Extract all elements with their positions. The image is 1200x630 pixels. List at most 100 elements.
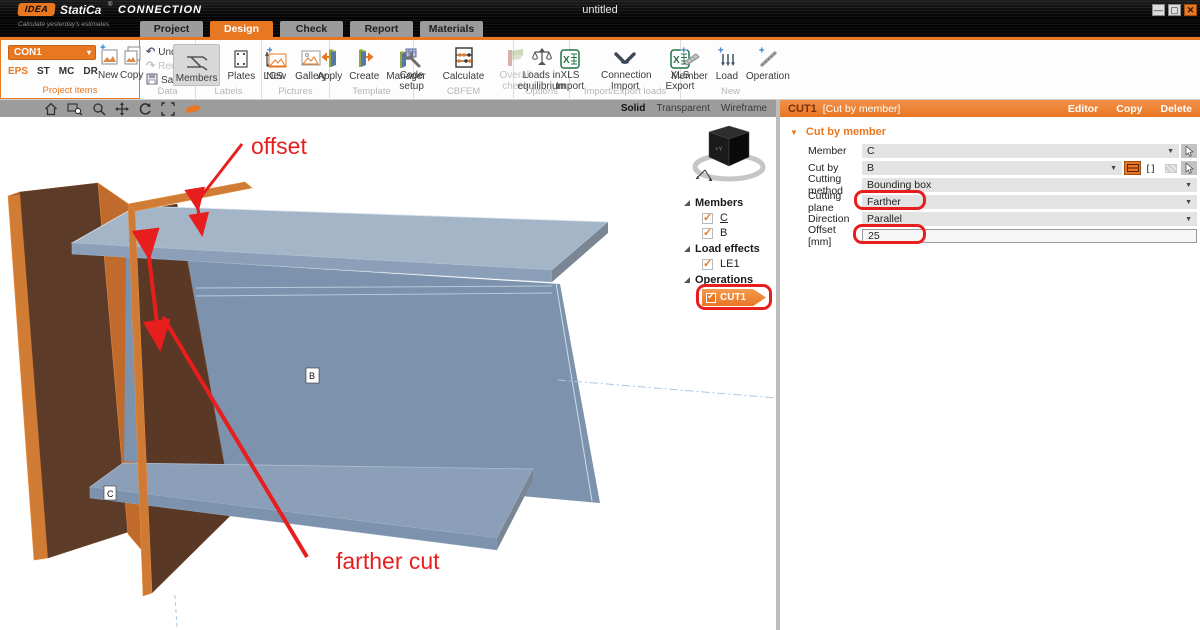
mode-solid[interactable]: Solid [621,103,645,114]
fit-view-icon[interactable] [161,102,175,116]
new-member-icon [678,44,702,70]
chevron-down-icon: ▼ [1185,216,1192,223]
st-button[interactable]: ST [37,66,50,77]
chevron-down-icon: ▼ [1110,165,1117,172]
mode-transparent[interactable]: Transparent [656,103,710,114]
column-front-flange-top [128,182,252,211]
connection-import-button[interactable]: Connection Import [601,44,649,92]
calculate-button[interactable]: Calculate [443,44,485,82]
offset-annotation-text: offset [251,133,307,159]
group-label: Labels [196,86,261,97]
eps-button[interactable]: EPS [8,66,28,77]
tab-materials[interactable]: Materials [420,21,483,37]
dr-button[interactable]: DR [83,66,97,77]
close-button[interactable]: ✕ [1184,4,1197,16]
checkbox-checked-icon[interactable] [702,228,713,239]
checkbox-checked-icon[interactable] [702,213,713,224]
home-view-icon[interactable] [44,102,58,116]
delete-operation-button[interactable]: Delete [1160,103,1192,115]
new-project-item-button[interactable]: New [97,43,119,81]
weld-icon[interactable] [184,103,202,115]
mc-button[interactable]: MC [59,66,75,77]
cutby-type-member-button[interactable] [1124,161,1141,175]
apply-template-icon [319,44,341,70]
new-load-icon [715,44,739,70]
farther-cut-annotation-text: farther cut [336,548,440,574]
mode-wireframe[interactable]: Wireframe [721,103,767,114]
properties-panel: CUT1 [Cut by member] Editor Copy Delete … [780,100,1200,630]
brackets-icon: [] [1147,163,1157,173]
cutting-plane-highlight-annotation [854,190,926,210]
property-row-member: Member C▼ [808,144,1197,158]
template-create-button[interactable]: Create [349,44,379,82]
cutby-type-plate-button[interactable]: [] [1143,161,1160,175]
copy-icon [122,43,142,70]
operation-title: CUT1 [788,103,817,115]
expander-icon [684,277,690,283]
tree-section-load-effects[interactable]: Load effects [684,243,777,255]
minimize-button[interactable]: — [1152,4,1165,16]
connection-selector[interactable]: CON1▾ [8,45,96,60]
xls-import-button[interactable]: X XLS Import [546,44,594,92]
cut-by-select[interactable]: B▼ [862,161,1122,175]
offset-highlight-annotation [853,224,926,244]
checkbox-checked-icon[interactable] [702,259,713,270]
new-picture-button[interactable]: New [264,44,288,82]
abacus-icon [453,44,475,70]
xls-icon: X [559,44,581,70]
scene-tree-panel: +Y Members C B Load effects LE1 Operatio… [680,122,777,306]
group-label: Project items [1,85,139,96]
title-bar: IDEA StatiCa ® CONNECTION untitled — ▢ ✕ [0,0,1200,20]
rotate-icon[interactable] [138,102,152,116]
editor-button[interactable]: Editor [1068,103,1098,115]
operation-subtitle: [Cut by member] [823,103,901,115]
section-cut-by-member[interactable]: ▼ Cut by member [790,126,1200,138]
plates-labels-button[interactable]: Plates [227,44,255,82]
cut-by-pick-button[interactable] [1181,161,1197,175]
ribbon-group-cbfem: Code setup Calculate Overall check CBFEM [414,40,514,99]
cutby-type-weld-button[interactable] [1162,161,1179,175]
group-label: Pictures [262,86,329,97]
ribbon-group-import-export: X XLS Import Connection Import X XLS Exp… [570,40,681,99]
new-load-button[interactable]: Load [715,44,739,82]
tab-design[interactable]: Design [210,21,273,37]
tree-item-member-c[interactable]: C [702,212,777,224]
ribbon-group-new: Member Load Operation New [681,40,780,99]
hatched-plate-icon [1165,164,1177,173]
group-label: Import/Export loads [570,86,680,97]
group-label: New [681,86,780,97]
navigation-cube[interactable]: +Y [690,122,768,188]
template-apply-button[interactable]: Apply [317,44,342,82]
copy-operation-button[interactable]: Copy [1116,103,1142,115]
document-title: untitled [0,4,1200,16]
3d-viewport-canvas[interactable]: B C offset farther cut [0,117,777,630]
code-setup-button[interactable]: Code setup [388,44,436,92]
tab-report[interactable]: Report [350,21,413,37]
member-select[interactable]: C▼ [862,144,1179,158]
new-picture-icon [264,44,288,70]
new-picture-icon [97,43,119,70]
member-pick-button[interactable] [1181,144,1197,158]
column-label: C [104,486,116,500]
chevron-down-icon: ▼ [1167,148,1174,155]
svg-text:B: B [309,371,315,381]
tree-section-members[interactable]: Members [684,197,777,209]
group-label: CBFEM [414,86,513,97]
zoom-window-icon[interactable] [67,102,83,116]
zoom-icon[interactable] [92,102,106,116]
tree-item-member-b[interactable]: B [702,227,777,239]
maximize-button[interactable]: ▢ [1168,4,1181,16]
ribbon-group-labels: Members Plates LCS Labels [196,40,262,99]
beam-label: B [306,368,319,383]
chevron-down-icon: ▾ [87,46,91,59]
pan-icon[interactable] [115,102,129,116]
new-operation-button[interactable]: Operation [746,44,790,82]
beam-icon [1127,164,1139,172]
tab-project[interactable]: Project [140,21,203,37]
tab-check[interactable]: Check [280,21,343,37]
svg-text:X: X [563,55,570,66]
new-member-button[interactable]: Member [671,44,708,82]
undo-icon: ↶ [146,47,155,58]
members-labels-button[interactable]: Members [173,44,221,86]
tree-item-le1[interactable]: LE1 [702,258,777,270]
